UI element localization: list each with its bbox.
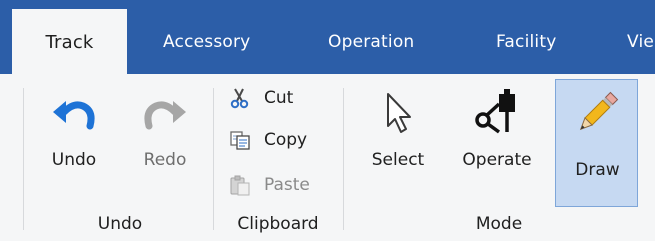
cut-label: Cut bbox=[264, 88, 294, 108]
copy-button[interactable]: Copy bbox=[229, 127, 307, 153]
cut-button[interactable]: Cut bbox=[229, 85, 293, 111]
cursor-icon bbox=[387, 93, 411, 133]
tab-track[interactable]: Track bbox=[12, 9, 127, 74]
tab-operation[interactable]: Operation bbox=[328, 32, 414, 52]
operate-label: Operate bbox=[462, 150, 532, 170]
paste-button[interactable]: Paste bbox=[229, 172, 310, 198]
undo-icon bbox=[53, 101, 95, 130]
paste-label: Paste bbox=[264, 175, 310, 195]
group-label-mode: Mode bbox=[475, 214, 523, 234]
tab-accessory[interactable]: Accessory bbox=[163, 32, 250, 52]
group-label-clipboard: Clipboard bbox=[237, 214, 319, 234]
pencil-icon bbox=[579, 91, 619, 131]
tab-view[interactable]: Vie bbox=[627, 32, 654, 52]
redo-button[interactable]: Redo bbox=[132, 88, 198, 170]
scissors-icon bbox=[230, 88, 249, 109]
redo-icon bbox=[144, 101, 186, 130]
ribbon-tab-bar: Track Accessory Operation Facility Vie bbox=[0, 0, 655, 74]
redo-label: Redo bbox=[143, 150, 187, 170]
undo-label: Undo bbox=[51, 150, 97, 170]
ribbon-separator bbox=[343, 88, 344, 230]
tab-facility[interactable]: Facility bbox=[496, 32, 556, 52]
undo-button[interactable]: Undo bbox=[41, 88, 107, 170]
ribbon-separator bbox=[213, 88, 214, 230]
draw-label: Draw bbox=[575, 160, 620, 180]
copy-icon bbox=[230, 131, 250, 150]
copy-label: Copy bbox=[264, 130, 308, 150]
operate-icon bbox=[475, 89, 515, 134]
select-label: Select bbox=[371, 150, 425, 170]
group-label-undo: Undo bbox=[97, 214, 143, 234]
operate-button[interactable]: Operate bbox=[452, 88, 542, 170]
paste-icon bbox=[230, 175, 250, 196]
select-button[interactable]: Select bbox=[361, 88, 435, 170]
ribbon-separator bbox=[23, 88, 24, 230]
draw-button[interactable]: Draw bbox=[555, 79, 638, 207]
